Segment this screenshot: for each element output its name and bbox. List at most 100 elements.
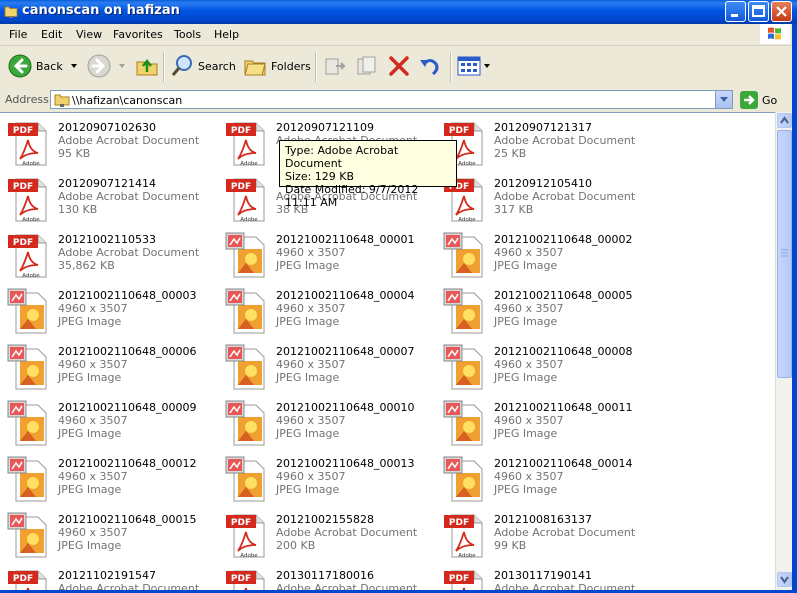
address-input[interactable]: \\hafizan\canonscan xyxy=(50,90,733,109)
file-name: 20121002110648_00010 xyxy=(276,401,415,414)
close-button[interactable] xyxy=(771,1,792,22)
address-path: \\hafizan\canonscan xyxy=(72,94,183,107)
file-type: Adobe Acrobat Document xyxy=(58,246,200,259)
file-detail: JPEG Image xyxy=(276,483,340,496)
menu-favorites[interactable]: Favorites xyxy=(113,28,163,41)
file-detail: 99 KB xyxy=(494,539,527,552)
delete-icon xyxy=(389,56,409,76)
address-dropdown-button[interactable] xyxy=(715,91,732,108)
file-type: 4960 x 3507 xyxy=(494,302,564,315)
file-name: 20130117190141 xyxy=(494,569,592,582)
file-name: 20120907102630 xyxy=(58,121,156,134)
jpeg-icon xyxy=(224,455,272,503)
undo-button[interactable] xyxy=(418,50,442,82)
file-detail: JPEG Image xyxy=(276,427,340,440)
jpeg-icon xyxy=(442,231,490,279)
menu-file[interactable]: File xyxy=(9,28,27,41)
chevron-down-icon[interactable] xyxy=(117,61,127,71)
jpeg-icon xyxy=(442,343,490,391)
svg-text:PDF: PDF xyxy=(231,574,251,584)
file-item[interactable]: 20121002110648_00009 4960 x 3507 JPEG Imag… xyxy=(6,399,216,451)
title-bar[interactable]: canonscan on hafizan xyxy=(0,0,797,24)
file-detail: JPEG Image xyxy=(494,371,558,384)
svg-text:Adobe: Adobe xyxy=(240,161,258,167)
search-button[interactable]: Search xyxy=(170,50,236,82)
file-detail: 35,862 KB xyxy=(58,259,115,272)
maximize-icon xyxy=(752,5,765,17)
file-detail: JPEG Image xyxy=(58,315,122,328)
file-name: 20121002110648_00004 xyxy=(276,289,415,302)
file-item[interactable]: 20121002110648_00011 4960 x 3507 JPEG Imag… xyxy=(442,399,652,451)
file-detail: JPEG Image xyxy=(494,259,558,272)
delete-button[interactable] xyxy=(387,50,411,82)
file-type: Adobe Acrobat Document xyxy=(276,526,418,539)
file-item[interactable]: 20121002110648_00002 4960 x 3507 JPEG Imag… xyxy=(442,231,652,283)
file-item[interactable]: 20121002110648_00004 4960 x 3507 JPEG Imag… xyxy=(224,287,434,339)
svg-text:PDF: PDF xyxy=(13,126,33,136)
file-item[interactable]: 20121002110648_00007 4960 x 3507 JPEG Imag… xyxy=(224,343,434,395)
file-item[interactable]: PDF Adobe 20121002110533 Adobe Acrobat Do… xyxy=(6,231,216,283)
file-item[interactable]: PDF Adobe 20121102191547Adobe Acrobat Do… xyxy=(6,567,216,591)
file-name: 20121002110648_00007 xyxy=(276,345,415,358)
menu-help[interactable]: Help xyxy=(214,28,239,41)
scroll-down-button[interactable] xyxy=(777,572,792,587)
menu-edit[interactable]: Edit xyxy=(41,28,62,41)
chevron-up-icon xyxy=(780,116,789,124)
file-item[interactable]: PDF Adobe 20130117180016Adobe Acrobat Do… xyxy=(224,567,434,591)
move-to-button[interactable] xyxy=(323,50,347,82)
file-item[interactable]: PDF Adobe 20120907102630 Adobe Acrobat Do… xyxy=(6,119,216,171)
folders-button[interactable]: Folders xyxy=(243,50,311,82)
file-item[interactable]: 20121002110648_00008 4960 x 3507 JPEG Imag… xyxy=(442,343,652,395)
svg-text:PDF: PDF xyxy=(449,574,469,584)
scroll-thumb[interactable] xyxy=(777,130,792,378)
scroll-up-button[interactable] xyxy=(777,113,792,128)
menu-view[interactable]: View xyxy=(76,28,102,41)
address-label: Address xyxy=(5,93,49,106)
vertical-scrollbar[interactable] xyxy=(775,112,793,590)
chevron-down-icon[interactable] xyxy=(69,61,79,71)
file-name: 20121002110648_00008 xyxy=(494,345,633,358)
file-type: 4960 x 3507 xyxy=(58,470,128,483)
file-type: 4960 x 3507 xyxy=(58,526,128,539)
file-name: 20121002155828 xyxy=(276,513,374,526)
file-item[interactable]: 20121002110648_00015 4960 x 3507 JPEG Imag… xyxy=(6,511,216,563)
chevron-down-icon[interactable] xyxy=(483,61,491,71)
file-name: 20121002110533 xyxy=(58,233,156,246)
file-item[interactable]: PDF Adobe 20121008163137 Adobe Acrobat Do… xyxy=(442,511,652,563)
file-detail: 317 KB xyxy=(494,203,534,216)
file-item[interactable]: PDF Adobe 20120912105410 Adobe Acrobat Do… xyxy=(442,175,652,227)
file-item[interactable]: 20121002110648_00006 4960 x 3507 JPEG Imag… xyxy=(6,343,216,395)
file-item[interactable]: PDF Adobe 20130117190141Adobe Acrobat Do… xyxy=(442,567,652,591)
file-name: 20121002110648_00014 xyxy=(494,457,633,470)
jpeg-icon xyxy=(442,399,490,447)
file-item[interactable]: PDF Adobe 20120907121317 Adobe Acrobat Do… xyxy=(442,119,652,171)
file-item[interactable]: 20121002110648_00010 4960 x 3507 JPEG Imag… xyxy=(224,399,434,451)
file-item[interactable]: 20121002110648_00012 4960 x 3507 JPEG Imag… xyxy=(6,455,216,507)
file-item[interactable]: 20121002110648_00003 4960 x 3507 JPEG Imag… xyxy=(6,287,216,339)
search-icon xyxy=(171,55,192,76)
file-item[interactable]: 20121002110648_00005 4960 x 3507 JPEG Imag… xyxy=(442,287,652,339)
jpeg-icon xyxy=(224,343,272,391)
copy-to-button[interactable] xyxy=(355,50,379,82)
back-button[interactable]: Back xyxy=(8,50,79,82)
go-button[interactable]: Go xyxy=(740,91,777,109)
menu-tools[interactable]: Tools xyxy=(174,28,201,41)
file-item[interactable]: 20121002110648_00013 4960 x 3507 JPEG Imag… xyxy=(224,455,434,507)
views-button[interactable] xyxy=(457,50,491,82)
file-detail: JPEG Image xyxy=(58,483,122,496)
file-detail: JPEG Image xyxy=(276,259,340,272)
forward-button[interactable] xyxy=(87,50,127,82)
file-type: 4960 x 3507 xyxy=(494,414,564,427)
undo-icon xyxy=(420,59,439,76)
pdf-icon: PDF Adobe xyxy=(6,175,54,223)
maximize-button[interactable] xyxy=(748,1,769,22)
minimize-button[interactable] xyxy=(725,1,746,22)
jpeg-icon xyxy=(224,399,272,447)
file-name: 20121002110648_00002 xyxy=(494,233,633,246)
file-item[interactable]: PDF Adobe 20120907121414 Adobe Acrobat Do… xyxy=(6,175,216,227)
file-item[interactable]: 20121002110648_00001 4960 x 3507 JPEG Imag… xyxy=(224,231,434,283)
up-folder-button[interactable] xyxy=(135,50,159,82)
file-name: 20121102191547 xyxy=(58,569,156,582)
file-item[interactable]: 20121002110648_00014 4960 x 3507 JPEG Imag… xyxy=(442,455,652,507)
file-item[interactable]: PDF Adobe 20121002155828 Adobe Acrobat Do… xyxy=(224,511,434,563)
